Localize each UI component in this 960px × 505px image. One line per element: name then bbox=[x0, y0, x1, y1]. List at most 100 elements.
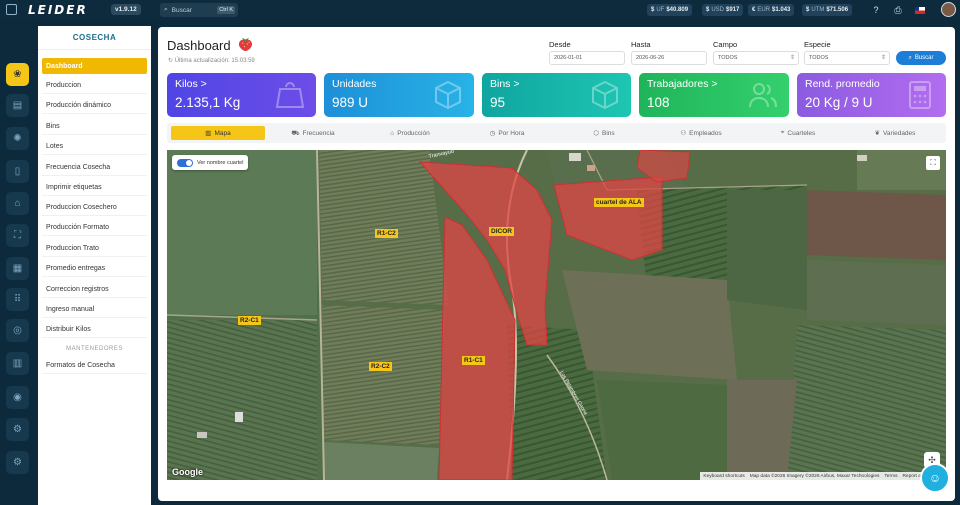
clock-icon: ◷ bbox=[489, 130, 496, 137]
compass-module-icon[interactable]: ◎ bbox=[6, 319, 29, 342]
weight-icon: ⌂ bbox=[390, 129, 395, 137]
version-badge: v1.9.12 bbox=[111, 4, 141, 15]
card-bins[interactable]: Bins > 95 bbox=[482, 73, 631, 117]
nav-bins[interactable]: Bins bbox=[42, 119, 147, 135]
settings-module-icon[interactable]: ✺ bbox=[6, 127, 29, 150]
gear-module-icon-2[interactable]: ⚙ bbox=[6, 451, 29, 474]
search-placeholder: Buscar bbox=[171, 6, 192, 14]
dollar-icon: $ bbox=[706, 7, 710, 13]
chevron-updown-icon: ⇕ bbox=[880, 55, 886, 61]
toggle-switch[interactable] bbox=[177, 158, 193, 167]
tab-variedades[interactable]: ❦ Variedades bbox=[849, 126, 941, 140]
campo-select[interactable]: TODOS ⇕ bbox=[713, 51, 799, 65]
page-title: Dashboard bbox=[167, 38, 231, 53]
search-icon: ⌕ bbox=[908, 54, 912, 61]
harvest-sidenav: COSECHA Dashboard Produccion Producción … bbox=[38, 26, 151, 505]
crate-icon: ⬡ bbox=[593, 130, 600, 137]
dashboard-panel: Dashboard ↻ Última actualización: 15:03:… bbox=[158, 27, 955, 501]
help-icon[interactable]: ? bbox=[869, 3, 883, 17]
map-imagery: Tranvayuo Los Pelambres Gaona bbox=[167, 150, 946, 480]
gear-module-icon[interactable]: ⚙ bbox=[6, 418, 29, 441]
tab-cuarteles[interactable]: ⌖ Cuarteles bbox=[752, 126, 844, 140]
fullscreen-icon[interactable]: ⛶ bbox=[926, 156, 940, 170]
nav-produccion-cosechero[interactable]: Produccion Cosechero bbox=[42, 200, 147, 216]
card-kilos[interactable]: Kilos > 2.135,1 Kg bbox=[167, 73, 316, 117]
nav-correccion-registros[interactable]: Correccion registros bbox=[42, 282, 147, 298]
especie-label: Especie bbox=[804, 40, 831, 49]
weight-icon bbox=[275, 82, 305, 108]
documents-module-icon[interactable]: ▤ bbox=[6, 94, 29, 117]
nav-dashboard[interactable]: Dashboard bbox=[42, 58, 147, 74]
inventory-module-icon[interactable]: ▯ bbox=[6, 160, 29, 183]
nav-produccion-formato[interactable]: Producción Formato bbox=[42, 220, 147, 236]
nav-produccion-trato[interactable]: Produccion Trato bbox=[42, 241, 147, 257]
scan-module-icon[interactable]: ⛶ bbox=[6, 224, 29, 247]
satellite-map[interactable]: Tranvayuo Los Pelambres Gaona Ver nombre… bbox=[167, 150, 946, 480]
nav-formatos-cosecha[interactable]: Formatos de Cosecha bbox=[42, 358, 147, 374]
dashboard-tabs: ▥ Mapa ⛟ Frecuencia ⌂ Producción ◷ Por Hora … bbox=[167, 123, 946, 143]
warehouse-module-icon[interactable]: ⌂ bbox=[6, 192, 29, 215]
google-logo: Google bbox=[172, 467, 203, 477]
tab-bins[interactable]: ⬡ Bins bbox=[558, 126, 650, 140]
signal-module-icon[interactable]: ◉ bbox=[6, 386, 29, 409]
printer-icon[interactable]: ⎙ bbox=[891, 3, 905, 17]
nav-produccion-dinamico[interactable]: Producción dinámico bbox=[42, 98, 147, 114]
nav-frecuencia-cosecha[interactable]: Frecuencia Cosecha bbox=[42, 160, 147, 176]
indicator-utm: $ UTM $71.506 bbox=[802, 4, 853, 16]
desde-label: Desde bbox=[549, 40, 571, 49]
app-logo[interactable]: LEIDER bbox=[28, 3, 88, 17]
show-cuartel-names-toggle[interactable]: Ver nombre cuartel bbox=[172, 155, 249, 170]
module-rail: ❀ ▤ ✺ ▯ ⌂ ⛶ ▦ ⠿ ◎ ▥ ◉ ⚙ ⚙ bbox=[0, 20, 38, 505]
tab-produccion[interactable]: ⌂ Producción bbox=[364, 126, 456, 140]
dollar-icon: $ bbox=[651, 7, 655, 13]
report-module-icon[interactable]: ▦ bbox=[6, 257, 29, 280]
chat-bot-icon[interactable]: ☺ bbox=[920, 463, 950, 493]
harvest-module-icon[interactable]: ❀ bbox=[6, 63, 29, 86]
grid-module-icon[interactable]: ⠿ bbox=[6, 288, 29, 311]
last-update-text: ↻ Última actualización: 15:03:59 bbox=[168, 58, 255, 64]
card-unidades[interactable]: Unidades 989 U bbox=[324, 73, 474, 117]
hasta-date-input[interactable]: 2026-06-26 bbox=[631, 51, 707, 65]
tab-frecuencia[interactable]: ⛟ Frecuencia bbox=[267, 126, 359, 140]
strawberry-icon bbox=[238, 37, 253, 52]
sidenav-title: COSECHA bbox=[38, 26, 151, 50]
user-avatar[interactable] bbox=[941, 2, 956, 17]
users-icon bbox=[749, 83, 777, 108]
chevron-updown-icon: ⇕ bbox=[789, 55, 795, 61]
tab-mapa[interactable]: ▥ Mapa bbox=[171, 126, 265, 140]
especie-select[interactable]: TODOS ⇕ bbox=[804, 51, 890, 65]
search-input[interactable]: ⌕ Buscar Ctrl K bbox=[160, 3, 238, 17]
campo-label: Campo bbox=[713, 40, 738, 49]
tab-empleados[interactable]: ⚇ Empleados bbox=[655, 126, 747, 140]
tab-por-hora[interactable]: ◷ Por Hora bbox=[461, 126, 553, 140]
nav-imprimir-etiquetas[interactable]: Imprimir etiquetas bbox=[42, 180, 147, 196]
search-button[interactable]: ⌕ Buscar bbox=[896, 51, 946, 65]
search-icon: ⌕ bbox=[164, 6, 168, 13]
nav-ingreso-manual[interactable]: Ingreso manual bbox=[42, 302, 147, 318]
leaf-icon: ❦ bbox=[874, 130, 881, 137]
indicator-uf: $ UF $40.809 bbox=[647, 4, 693, 16]
top-bar: LEIDER v1.9.12 ⌕ Buscar Ctrl K $ UF $40.… bbox=[0, 0, 960, 20]
card-rendimiento[interactable]: Rend. promedio 20 Kg / 9 U bbox=[797, 73, 946, 117]
location-pin-icon: ⌖ bbox=[780, 129, 785, 136]
euro-icon: € bbox=[752, 7, 756, 13]
desde-date-input[interactable]: 2026-01-01 bbox=[549, 51, 625, 65]
nav-promedio-entregas[interactable]: Promedio entregas bbox=[42, 261, 147, 277]
calculator-icon bbox=[909, 81, 931, 109]
map-attribution: Keyboard shortcuts Map data ©2026 Imager… bbox=[700, 472, 946, 480]
flag-chile-icon[interactable] bbox=[913, 3, 927, 17]
crate-icon bbox=[592, 80, 618, 110]
indicator-eur: € EUR $1.043 bbox=[748, 4, 795, 16]
nav-distribuir-kilos[interactable]: Distribuir Kilos bbox=[42, 322, 147, 338]
nav-lotes[interactable]: Lotes bbox=[42, 139, 147, 155]
sidebar-toggle-icon[interactable] bbox=[6, 4, 17, 15]
nav-produccion[interactable]: Produccion bbox=[42, 78, 147, 94]
users-icon: ⚇ bbox=[680, 130, 687, 137]
card-trabajadores[interactable]: Trabajadores > 108 bbox=[639, 73, 789, 117]
truck-icon: ⛟ bbox=[291, 129, 300, 137]
hasta-label: Hasta bbox=[631, 40, 651, 49]
map-icon: ▥ bbox=[205, 130, 212, 137]
building-module-icon[interactable]: ▥ bbox=[6, 352, 29, 375]
dollar-icon: $ bbox=[806, 7, 810, 13]
section-mantenedores: MANTENEDORES bbox=[66, 346, 123, 352]
